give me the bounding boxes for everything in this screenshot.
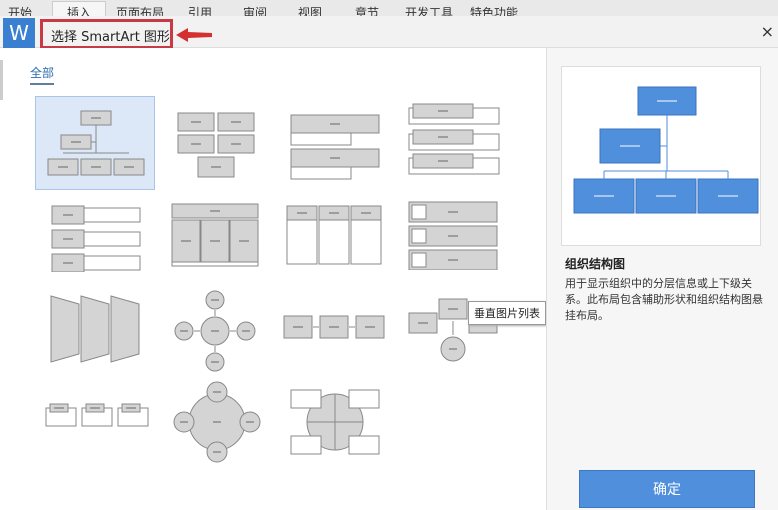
smartart-org-chart-thumbnail[interactable] xyxy=(35,96,155,190)
smartart-bullet-list-thumbnail[interactable] xyxy=(285,105,385,180)
preview-description: 用于显示组织中的分层信息或上下级关系。此布局包含辅助形状和组织结构图悬挂布局。 xyxy=(565,277,763,322)
category-all-tab[interactable]: 全部 xyxy=(30,64,55,85)
smartart-circle-relationship-thumbnail[interactable] xyxy=(170,380,265,465)
preview-image xyxy=(561,66,761,246)
smartart-picture-process-thumbnail[interactable] xyxy=(42,400,152,440)
smartart-trapezoid-list-thumbnail[interactable] xyxy=(45,290,145,365)
trapezoid-list-icon xyxy=(50,295,140,363)
block-list-icon xyxy=(177,112,255,178)
smartart-horizontal-bullet-thumbnail[interactable] xyxy=(48,200,143,273)
vertical-bullet-columns-icon xyxy=(286,205,382,265)
close-button[interactable]: × xyxy=(761,22,774,41)
smartart-quadrant-cycle-thumbnail[interactable] xyxy=(285,380,385,465)
preview-pane: 组织结构图 用于显示组织中的分层信息或上下级关系。此布局包含辅助形状和组织结构图… xyxy=(546,48,778,510)
smartart-radial-cycle-thumbnail[interactable] xyxy=(170,290,260,372)
wps-logo-icon: W xyxy=(3,18,35,48)
ok-button[interactable]: 确定 xyxy=(579,470,755,508)
smartart-vertical-bullet-columns-thumbnail[interactable] xyxy=(285,200,383,270)
preview-name: 组织结构图 xyxy=(565,257,626,271)
dialog-title: 选择 SmartArt 图形 xyxy=(40,19,173,49)
process-icon xyxy=(283,315,385,339)
picture-process-icon xyxy=(45,403,149,427)
smartart-lined-list-thumbnail[interactable] xyxy=(405,100,500,180)
smartart-process-thumbnail[interactable] xyxy=(280,310,390,350)
radial-cycle-icon xyxy=(174,290,256,372)
smartart-block-list-thumbnail[interactable] xyxy=(170,105,260,180)
circle-relationship-icon xyxy=(173,381,261,463)
table-list-icon xyxy=(171,203,259,267)
bullet-list-icon xyxy=(290,114,380,180)
tooltip: 垂直图片列表 xyxy=(468,301,546,325)
org-chart-icon xyxy=(47,110,145,176)
horizontal-bullet-icon xyxy=(51,205,141,273)
picture-list-icon xyxy=(408,201,498,271)
lined-list-icon xyxy=(408,103,500,175)
smartart-picture-list-thumbnail[interactable] xyxy=(405,198,500,271)
quadrant-cycle-icon xyxy=(290,389,380,455)
smartart-table-list-thumbnail[interactable] xyxy=(170,200,260,270)
scroll-edge xyxy=(0,60,3,100)
red-arrow-annotation-icon xyxy=(176,28,212,42)
